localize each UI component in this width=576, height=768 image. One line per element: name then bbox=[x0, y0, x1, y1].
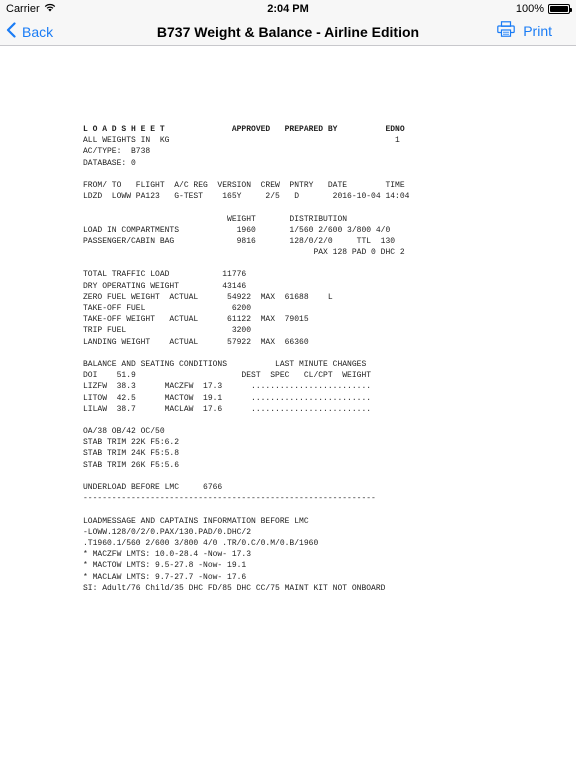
loadsheet-line: SI: Adult/76 Child/35 DHC FD/85 DHC CC/7… bbox=[83, 583, 386, 593]
loadsheet-line bbox=[83, 504, 409, 515]
battery-icon bbox=[548, 4, 572, 14]
back-label: Back bbox=[22, 23, 54, 40]
loadsheet-line: LOAD IN COMPARTMENTS 1960 1/560 2/600 3/… bbox=[83, 225, 391, 235]
loadsheet-line: STAB TRIM 26K F5:5.6 bbox=[83, 460, 180, 470]
loadsheet-line: DATABASE: 0 bbox=[83, 158, 136, 168]
loadsheet-line: STAB TRIM 24K F5:5.8 bbox=[83, 449, 180, 459]
loadsheet-line: ALL WEIGHTS IN KG 1 bbox=[83, 136, 400, 146]
loadsheet-line: DRY OPERATING WEIGHT 43146 bbox=[83, 281, 247, 291]
loadsheet-line: FROM/ TO FLIGHT A/C REG VERSION CREW PNT… bbox=[83, 180, 405, 190]
chevron-left-icon bbox=[6, 22, 16, 41]
loadsheet-line: LANDING WEIGHT ACTUAL 57922 MAX 66360 bbox=[83, 337, 309, 347]
status-time: 2:04 PM bbox=[267, 3, 309, 15]
loadsheet-line: ----------------------------------------… bbox=[83, 494, 376, 504]
loadsheet-text: L O A D S H E E T APPROVED PREPARED BY E… bbox=[83, 124, 409, 594]
loadsheet-line: PASSENGER/CABIN BAG 9816 128/0/2/0 TTL 1… bbox=[83, 236, 396, 246]
loadsheet-line: AC/TYPE: B738 bbox=[83, 147, 151, 157]
battery-fill bbox=[550, 6, 568, 12]
loadsheet-line: TAKE-OFF FUEL 6200 bbox=[83, 304, 252, 313]
status-bar: Carrier 2:04 PM 100% bbox=[0, 0, 576, 18]
status-right: 100% bbox=[515, 3, 572, 15]
print-label: Print bbox=[523, 22, 552, 39]
loadsheet-line: * MACZFW LMTS: 10.0-28.4 -Now- 17.3 bbox=[83, 550, 252, 560]
loadsheet-line: * MACLAW LMTS: 9.7-27.7 -Now- 17.6 bbox=[83, 572, 247, 582]
loadsheet-line bbox=[83, 471, 409, 482]
printer-icon bbox=[497, 21, 516, 40]
loadsheet-line: -LOWW.128/0/2/0.PAX/130.PAD/0.DHC/2 bbox=[83, 527, 252, 537]
print-button[interactable]: Print bbox=[497, 21, 552, 40]
page-title: B737 Weight & Balance - Airline Edition bbox=[156, 24, 420, 40]
loadsheet-line bbox=[83, 415, 409, 426]
loadsheet-document[interactable]: L O A D S H E E T APPROVED PREPARED BY E… bbox=[0, 47, 576, 768]
loadsheet-line bbox=[83, 348, 409, 359]
loadsheet-line: TOTAL TRAFFIC LOAD 11776 bbox=[83, 270, 247, 280]
loadsheet-line: WEIGHT DISTRIBUTION bbox=[83, 214, 348, 224]
loadsheet-line: UNDERLOAD BEFORE LMC 6766 bbox=[83, 483, 223, 492]
battery-percent: 100% bbox=[515, 3, 544, 15]
loadsheet-line bbox=[83, 258, 409, 269]
loadsheet-line: LOADMESSAGE AND CAPTAINS INFORMATION BEF… bbox=[83, 516, 309, 526]
navigation-bar: Back B737 Weight & Balance - Airline Edi… bbox=[0, 18, 576, 46]
loadsheet-line: LIZFW 38.3 MACZFW 17.3 .................… bbox=[83, 382, 372, 392]
loadsheet-line: LDZD LOWW PA123 G-TEST 165Y 2/5 D 2016-1… bbox=[83, 192, 410, 202]
loadsheet-line: .T1960.1/560 2/600 3/800 4/0 .TR/0.C/0.M… bbox=[83, 538, 319, 548]
loadsheet-line: TAKE-OFF WEIGHT ACTUAL 61122 MAX 79015 bbox=[83, 315, 309, 325]
loadsheet-line: ZERO FUEL WEIGHT ACTUAL 54922 MAX 61688 … bbox=[83, 292, 333, 302]
loadsheet-line: LITOW 42.5 MACTOW 19.1 .................… bbox=[83, 393, 372, 403]
loadsheet-line: TRIP FUEL 3200 bbox=[83, 326, 252, 336]
back-button[interactable]: Back bbox=[6, 22, 53, 41]
loadsheet-header-line: L O A D S H E E T APPROVED PREPARED BY E… bbox=[83, 125, 405, 134]
loadsheet-line: DOI 51.9 DEST SPEC CL/CPT WEIGHT bbox=[83, 371, 372, 381]
loadsheet-line: LILAW 38.7 MACLAW 17.6 .................… bbox=[83, 404, 372, 414]
loadsheet-line: * MACTOW LMTS: 9.5-27.8 -Now- 19.1 bbox=[83, 561, 247, 571]
loadsheet-line: STAB TRIM 22K F5:6.2 bbox=[83, 438, 180, 448]
loadsheet-line bbox=[83, 202, 409, 213]
loadsheet-line: OA/38 OB/42 OC/50 bbox=[83, 427, 165, 437]
loadsheet-line: PAX 128 PAD 0 DHC 2 bbox=[83, 248, 405, 258]
loadsheet-line bbox=[83, 169, 409, 180]
loadsheet-line: BALANCE AND SEATING CONDITIONS LAST MINU… bbox=[83, 359, 367, 369]
